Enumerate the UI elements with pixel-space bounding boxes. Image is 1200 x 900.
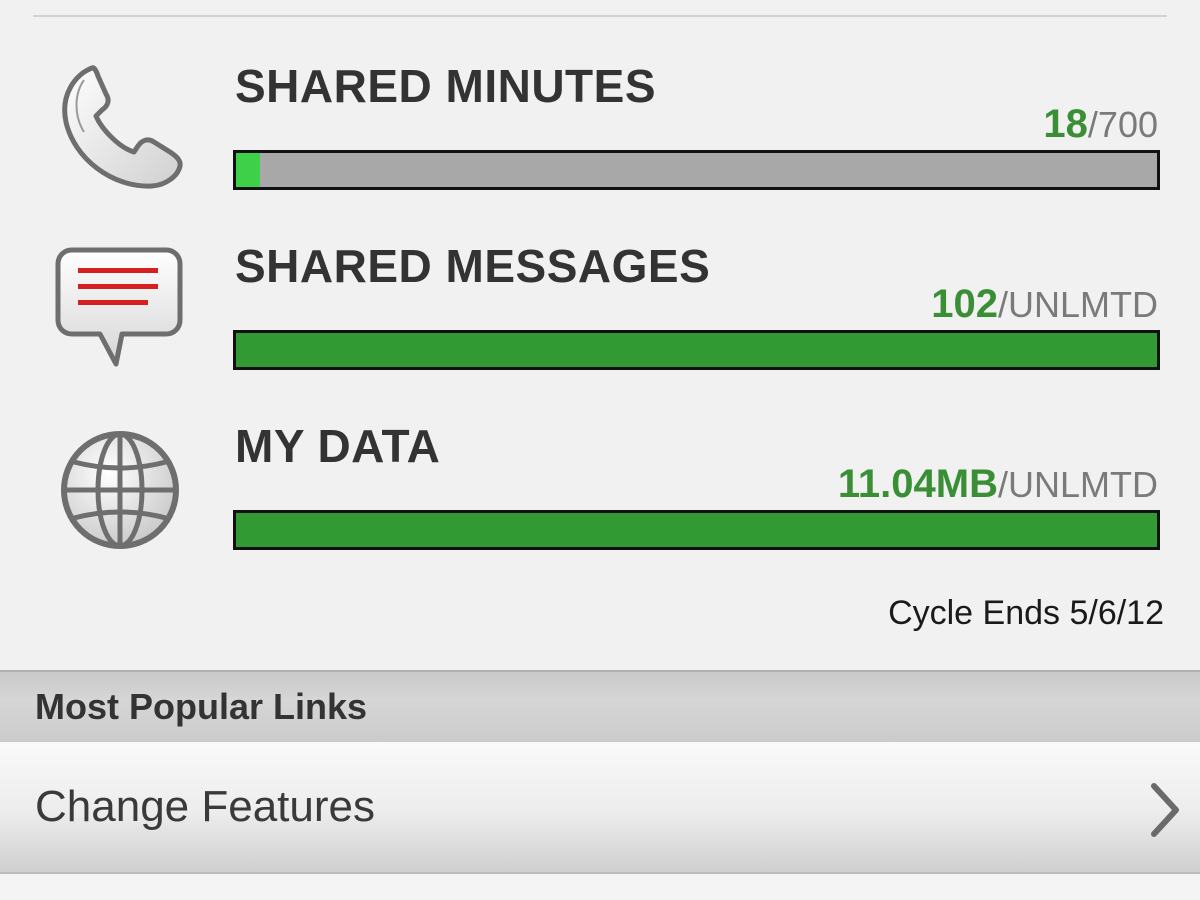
usage-total: /UNLMTD <box>998 284 1158 325</box>
usage-bar-fill <box>236 513 1157 547</box>
usage-total: /UNLMTD <box>998 464 1158 505</box>
usage-count: 102/UNLMTD <box>931 282 1158 327</box>
section-header-label: Most Popular Links <box>35 686 368 727</box>
usage-title: SHARED MINUTES <box>235 60 657 112</box>
usage-used: 11.04MB <box>837 462 998 506</box>
phone-icon <box>54 60 189 195</box>
globe-icon <box>54 424 189 559</box>
usage-total: /700 <box>1087 104 1158 145</box>
usage-row-minutes[interactable]: SHARED MINUTES 18/700 <box>0 0 1200 190</box>
usage-row-data[interactable]: MY DATA 11.04MB/UNLMTD <box>0 360 1200 550</box>
link-label: Change Features <box>35 782 375 831</box>
usage-used: 18 <box>1043 102 1088 146</box>
usage-count: 11.04MB/UNLMTD <box>838 462 1158 507</box>
chevron-right-icon <box>1148 782 1182 838</box>
cycle-ends-text: Cycle Ends 5/6/12 <box>888 594 1164 632</box>
usage-bar <box>233 510 1160 550</box>
usage-title: MY DATA <box>235 420 441 472</box>
popular-links-header: Most Popular Links <box>0 670 1200 742</box>
usage-title: SHARED MESSAGES <box>235 240 711 292</box>
change-features-link[interactable]: Change Features <box>0 742 1200 874</box>
usage-used: 102 <box>931 282 998 326</box>
usage-count: 18/700 <box>1043 102 1158 147</box>
message-icon <box>54 242 189 377</box>
next-list-item[interactable] <box>0 874 1200 900</box>
usage-row-messages[interactable]: SHARED MESSAGES 102/UNLMTD <box>0 180 1200 370</box>
